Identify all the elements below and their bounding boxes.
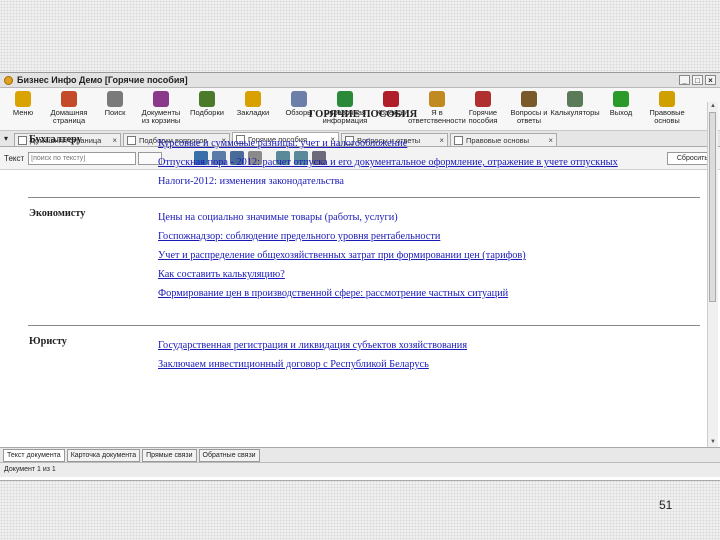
scroll-thumb[interactable] (709, 112, 716, 302)
scroll-down-icon[interactable]: ▼ (708, 438, 718, 447)
manual-link[interactable]: Госпожнадзор: соблюдение предельного уро… (158, 227, 708, 246)
title-bar: Бизнес Инфо Демо [Горячие пособия] _ □ × (0, 73, 720, 88)
window-title: Бизнес Инфо Демо [Горячие пособия] (17, 75, 188, 85)
manual-link[interactable]: Отпускная пора - 2012: расчет отпуска и … (158, 153, 708, 172)
close-button[interactable]: × (705, 75, 716, 85)
section-divider (28, 325, 700, 326)
bottom-tabs: Текст документа Карточка документа Прямые … (0, 447, 720, 462)
bottom-tab-2[interactable]: Карточка документа (66, 448, 141, 462)
status-bar: Документ 1 из 1 (0, 462, 720, 477)
vertical-scrollbar[interactable]: ▲ ▼ (707, 102, 718, 447)
app-logo-icon (4, 75, 13, 85)
scroll-up-icon[interactable]: ▲ (708, 102, 718, 111)
manual-link[interactable]: Государственная регистрация и ликвидация… (158, 336, 708, 355)
section-divider (28, 197, 700, 198)
section-title: Бухгалтеру (29, 134, 82, 145)
manual-link[interactable]: Заключаем инвестиционный договор с Респу… (158, 355, 708, 374)
minimize-button[interactable]: _ (679, 75, 690, 85)
manual-link[interactable]: Налоги-2012: изменения законодательства (158, 172, 708, 191)
manual-link[interactable]: Цены на социально значимые товары (работ… (158, 208, 708, 227)
bottom-tab-1[interactable]: Текст документа (3, 448, 65, 462)
manual-link[interactable]: Формирование цен в производственной сфер… (158, 284, 708, 303)
manual-link[interactable]: Курсовые и суммовые разницы: учет и нало… (158, 134, 708, 153)
section-row: Юристу Государственная регистрация и ликв… (18, 336, 708, 374)
slide-page-number: 51 (659, 498, 673, 512)
bottom-tab-4[interactable]: Обратные связи (198, 448, 260, 462)
section-title: Юристу (29, 336, 67, 347)
pin-icon[interactable]: ▾ (4, 134, 8, 143)
bottom-tab-3[interactable]: Прямые связи (142, 448, 197, 462)
maximize-button[interactable]: □ (692, 75, 703, 85)
section-row: Бухгалтеру Курсовые и суммовые разницы: у… (18, 134, 708, 191)
section-row: Экономисту Цены на социально значимые тов… (18, 208, 708, 303)
manual-link[interactable]: Учет и распределение общехозяйственных з… (158, 246, 708, 265)
manual-link[interactable]: Как составить калькуляцию? (158, 265, 708, 284)
section-title: Экономисту (29, 208, 86, 219)
document-content: ГОРЯЧИЕ ПОСОБИЯ Бухгалтеру Курсовые и сум… (18, 101, 708, 374)
document-heading: ГОРЯЧИЕ ПОСОБИЯ (308, 109, 418, 120)
